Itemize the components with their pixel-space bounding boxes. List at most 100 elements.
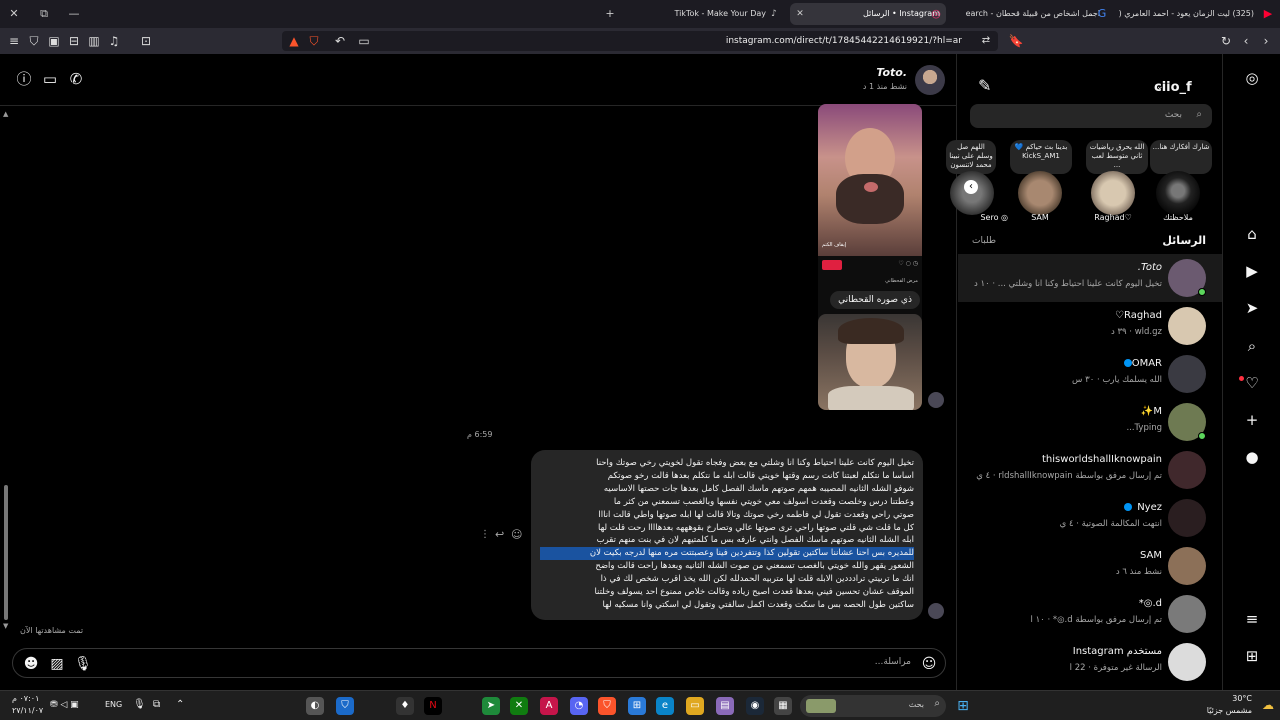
- app-icon[interactable]: ▤: [716, 697, 734, 715]
- xbox-icon[interactable]: ✕: [510, 697, 528, 715]
- account-switch-chevron-icon[interactable]: ⌄: [1156, 82, 1164, 92]
- message-input[interactable]: مراسلة...: [875, 657, 911, 667]
- weather-temp[interactable]: 30°C: [1232, 694, 1252, 703]
- phone-call-icon[interactable]: ✆: [65, 68, 87, 90]
- site-settings-icon[interactable]: ⇄: [976, 31, 996, 51]
- menu-icon[interactable]: ≡: [4, 31, 24, 51]
- new-tab-icon[interactable]: +: [600, 4, 620, 24]
- video-call-icon[interactable]: ▭: [39, 68, 61, 90]
- window-minimize-icon[interactable]: —: [64, 4, 84, 24]
- message-composer[interactable]: ☻ ▨ 🎙 مراسلة... ☺: [12, 648, 946, 678]
- tab-instagram[interactable]: Instagram • الرسائل: [790, 3, 946, 25]
- scroll-down-icon[interactable]: ▼: [3, 622, 8, 630]
- tab-youtube[interactable]: (325) ليت الزمان يعود - احمد العامري (: [1116, 3, 1260, 25]
- contact-name[interactable]: Toto.: [876, 66, 907, 79]
- messages-icon[interactable]: ➤: [1241, 297, 1263, 319]
- create-icon[interactable]: +: [1241, 409, 1263, 431]
- tab-requests[interactable]: طلبات: [972, 236, 996, 246]
- tray-icons[interactable]: ⛃ ◁ ▣: [50, 700, 79, 710]
- contact-avatar[interactable]: [915, 65, 945, 95]
- app-icon[interactable]: ➤: [482, 697, 500, 715]
- more-menu-icon[interactable]: ≡: [1241, 608, 1263, 630]
- tabs-icon[interactable]: ⊟: [64, 31, 84, 51]
- note-bubble[interactable]: بدينا بث حياكم 💙 KickS_AM1: [1010, 140, 1072, 174]
- story-avatar[interactable]: [1156, 171, 1200, 215]
- unmute-label[interactable]: إيقاف الكتم: [822, 242, 846, 248]
- app-icon[interactable]: ⛉: [336, 697, 354, 715]
- image-upload-icon[interactable]: ▨: [47, 654, 67, 674]
- clock-date[interactable]: ٢٧/١١/٠٧: [12, 706, 43, 715]
- scroll-up-icon[interactable]: ▲: [3, 110, 8, 118]
- info-icon[interactable]: ⓘ: [13, 68, 35, 90]
- conversation-row[interactable]: مستخدم Instagram الرسالة غير متوفرة · 22 …: [958, 638, 1222, 686]
- notifications-heart-icon[interactable]: ♡: [1241, 372, 1263, 394]
- show-hidden-icons-icon[interactable]: ⌃: [176, 699, 184, 710]
- conversation-row[interactable]: OMAR الله يسلمك يارب · ٣٠ س: [958, 350, 1222, 398]
- back-arrow-icon[interactable]: ↶: [330, 31, 350, 51]
- conversation-row[interactable]: Toto. تخيل اليوم كانت علينا احتياط وكنا ا…: [958, 254, 1222, 302]
- reader-icon[interactable]: ▭: [354, 31, 374, 51]
- back-icon[interactable]: ‹: [1236, 31, 1256, 51]
- brave-rewards-icon[interactable]: ▲: [284, 31, 304, 51]
- image-caption-bubble[interactable]: ذي صوره القحطاني: [830, 291, 920, 309]
- bookmark-icon[interactable]: 🔖: [1006, 31, 1026, 51]
- conversation-row[interactable]: Nyez انتهت المكالمة الصوتية · ٤ ي: [958, 494, 1222, 542]
- tab-close-icon[interactable]: ✕: [790, 4, 810, 24]
- discord-icon[interactable]: ◔: [570, 697, 588, 715]
- sticker-icon[interactable]: ☻: [21, 654, 41, 674]
- file-explorer-icon[interactable]: ▭: [686, 697, 704, 715]
- taskbar-search[interactable]: بحث ⌕: [800, 695, 946, 717]
- note-bubble[interactable]: شارك أفكارك هنا...: [1150, 140, 1212, 174]
- more-options-icon[interactable]: ⋮: [480, 529, 490, 540]
- story-avatar[interactable]: [1018, 171, 1062, 215]
- note-bubble[interactable]: اللهم صل وسلم على نبينا محمد لاتنسون عبد: [946, 140, 996, 174]
- tab-tiktok[interactable]: TikTok - Make Your Day: [622, 3, 772, 25]
- app-icon[interactable]: ▦: [774, 697, 792, 715]
- microphone-icon[interactable]: 🎙: [73, 654, 93, 674]
- profile-avatar-icon[interactable]: ●: [1241, 446, 1263, 468]
- scrollbar-thumb[interactable]: [4, 485, 8, 620]
- window-restore-icon[interactable]: ⧉: [34, 4, 54, 24]
- conversation-row[interactable]: Raghad♡ wld.gz · ٣٩ د: [958, 302, 1222, 350]
- sidebar-icon[interactable]: ▥: [84, 31, 104, 51]
- tab-search[interactable]: اجمل اشخاص من قبيلة قحطان - earch: [956, 3, 1106, 25]
- netflix-icon[interactable]: N: [424, 697, 442, 715]
- note-bubble[interactable]: الله يحرق رياضيات ثاني متوسط لعب ...: [1086, 140, 1148, 174]
- tray-app-icon[interactable]: ⧉: [153, 699, 160, 710]
- scrollbar[interactable]: ▲ ▼: [3, 110, 9, 630]
- search-icon[interactable]: ⌕: [1241, 335, 1263, 357]
- conversation-row[interactable]: SAM نشط منذ ٦ د: [958, 542, 1222, 590]
- windows-start-icon[interactable]: ⊞: [954, 697, 972, 715]
- mic-tray-icon[interactable]: 🎙: [133, 699, 146, 710]
- reels-icon[interactable]: ▶: [1241, 260, 1263, 282]
- screenshot-icon[interactable]: ⊡: [136, 31, 156, 51]
- conversation-row[interactable]: d.◎* تم إرسال مرفق بواسطة d.◎* · ١٠ أ: [958, 590, 1222, 638]
- weather-desc[interactable]: مشمس جزئيًا: [1207, 706, 1252, 715]
- react-emoji-icon[interactable]: ☺: [511, 528, 522, 541]
- search-input[interactable]: بحث ⌕: [970, 104, 1212, 128]
- reply-icon[interactable]: ↩: [495, 528, 504, 541]
- vpn-icon[interactable]: ⛉: [24, 31, 44, 51]
- forward-icon[interactable]: ›: [1256, 31, 1276, 51]
- tab-messages[interactable]: الرسائل: [1162, 234, 1206, 247]
- language-indicator[interactable]: ENG: [105, 700, 122, 709]
- conversation-row[interactable]: thisworldshallIknowpain تم إرسال مرفق بوا…: [958, 446, 1222, 494]
- address-bar[interactable]: ▲ ⛉ ↶ ▭ instagram.com/direct/t/178454422…: [282, 31, 998, 51]
- video-thumbnail[interactable]: إيقاف الكتم: [818, 104, 922, 256]
- wallet-icon[interactable]: ▣: [44, 31, 64, 51]
- threads-icon[interactable]: ⊞: [1241, 645, 1263, 667]
- compose-new-message-icon[interactable]: ✎: [978, 76, 991, 95]
- shared-photo[interactable]: [818, 314, 922, 410]
- instagram-logo-icon[interactable]: ◎: [1241, 67, 1263, 89]
- app-icon[interactable]: ◐: [306, 697, 324, 715]
- reload-icon[interactable]: ↻: [1216, 31, 1236, 51]
- emoji-icon[interactable]: ☺: [919, 654, 939, 674]
- brave-shield-icon[interactable]: ⛉: [304, 31, 324, 51]
- steam-icon[interactable]: ◉: [746, 697, 764, 715]
- long-message-bubble[interactable]: تخيل اليوم كانت علينا احتياط وكنا انا وش…: [531, 450, 923, 620]
- scroll-left-arrow-icon[interactable]: ‹: [964, 180, 978, 194]
- home-icon[interactable]: ⌂: [1241, 223, 1263, 245]
- music-icon[interactable]: ♫: [104, 31, 124, 51]
- story-avatar[interactable]: [1091, 171, 1135, 215]
- app-icon[interactable]: A: [540, 697, 558, 715]
